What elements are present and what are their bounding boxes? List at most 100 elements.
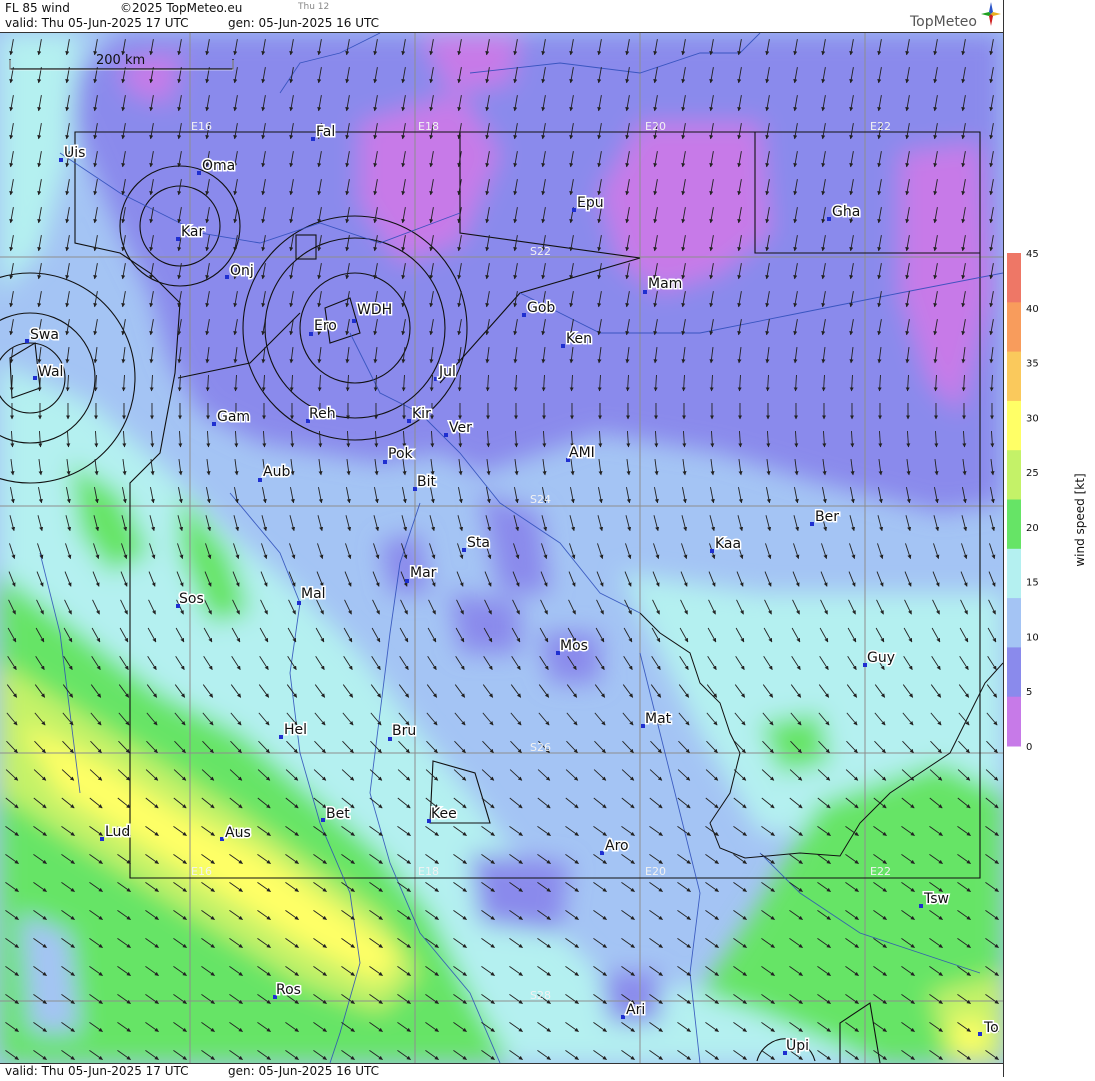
svg-text:Reh: Reh (309, 406, 336, 422)
city-epu: Epu (572, 195, 604, 212)
legend-tick-label: 40 (1026, 304, 1039, 315)
svg-text:Ken: Ken (566, 331, 592, 347)
svg-text:Ver: Ver (449, 420, 472, 436)
svg-text:Kaa: Kaa (715, 536, 741, 552)
city-mar: Mar (405, 565, 437, 583)
wind-map[interactable]: 200 km E16 E18 E20 E22 E16 E18 E20 E22 S… (0, 33, 1003, 1063)
lon-label: E22 (870, 865, 891, 878)
city-aro: Aro (600, 838, 629, 855)
svg-text:Gam: Gam (217, 409, 250, 425)
legend-tick-label: 35 (1026, 359, 1039, 370)
svg-text:Aus: Aus (225, 825, 251, 841)
legend-tick-label: 15 (1026, 578, 1039, 589)
svg-text:Mos: Mos (560, 638, 588, 654)
svg-text:Kar: Kar (181, 224, 205, 240)
scale-bar-label: 200 km (96, 53, 145, 68)
svg-text:Ber: Ber (815, 509, 839, 525)
city-ber: Ber (810, 509, 839, 526)
svg-text:Sos: Sos (179, 591, 204, 607)
svg-text:Swa: Swa (30, 327, 59, 343)
svg-text:Mam: Mam (648, 276, 682, 292)
legend-colorbar: 45 40 35 30 25 20 15 10 5 0 wind speed [kt] (1004, 0, 1095, 1077)
legend-tick-label: 10 (1026, 632, 1039, 643)
legend-color-step (1007, 253, 1021, 303)
legend-color-step (1007, 598, 1021, 648)
legend-tick-label: 30 (1026, 413, 1039, 424)
map-header: FL 85 wind ©2025 TopMeteo.eu Thu 12 vali… (0, 0, 1003, 33)
city-gha: Gha (827, 204, 860, 221)
city-ken: Ken (561, 331, 592, 348)
lon-label: E18 (418, 865, 439, 878)
legend-tick-label: 45 (1026, 249, 1039, 260)
lon-label: E16 (191, 120, 212, 133)
lon-label: E20 (645, 865, 666, 878)
svg-text:Pok: Pok (388, 446, 414, 462)
legend-tick-label: 20 (1026, 523, 1039, 534)
legend-color-step (1007, 500, 1021, 550)
svg-text:Gha: Gha (832, 204, 860, 220)
city-sos: Sos (176, 591, 204, 608)
legend-color-step (1007, 647, 1021, 697)
svg-text:To: To (983, 1020, 999, 1036)
svg-text:Hel: Hel (284, 722, 307, 738)
city-sta: Sta (462, 535, 490, 552)
lat-label: S26 (530, 741, 551, 754)
svg-text:Sta: Sta (467, 535, 490, 551)
legend-color-step (1007, 302, 1021, 352)
svg-text:Ari: Ari (626, 1002, 645, 1018)
svg-text:Bit: Bit (417, 474, 436, 490)
svg-text:Uis: Uis (64, 145, 85, 161)
city-gob: Gob (522, 300, 555, 317)
copyright: ©2025 TopMeteo.eu (120, 1, 242, 15)
svg-text:Upi: Upi (786, 1038, 809, 1054)
day-hint: Thu 12 (298, 2, 329, 12)
svg-text:Tsw: Tsw (923, 891, 949, 907)
svg-text:Fal: Fal (316, 124, 335, 140)
legend-tick-label: 0 (1026, 742, 1032, 753)
city-lud: Lud (100, 824, 130, 841)
footer-generated-time: gen: 05-Jun-2025 16 UTC (228, 1064, 379, 1078)
svg-text:Bet: Bet (326, 806, 350, 822)
city-pok: Pok (383, 446, 414, 464)
lon-label: E18 (418, 120, 439, 133)
svg-text:Aub: Aub (263, 464, 290, 480)
svg-text:Jul: Jul (438, 364, 456, 380)
legend-color-step (1007, 697, 1021, 747)
legend-title: wind speed [kt] (1073, 473, 1087, 566)
city-ros: Ros (273, 982, 301, 999)
city-tsw: Tsw (919, 891, 949, 908)
city-upi: Upi (783, 1038, 809, 1055)
city-ver: Ver (444, 420, 472, 437)
legend-tick-label: 5 (1026, 687, 1032, 698)
city-gam: Gam (212, 409, 250, 426)
svg-text:Oma: Oma (202, 158, 235, 174)
lat-label: S22 (530, 245, 551, 258)
svg-text:Kee: Kee (431, 806, 457, 822)
legend-color-step (1007, 450, 1021, 500)
map-footer: valid: Thu 05-Jun-2025 17 UTC gen: 05-Ju… (0, 1063, 1003, 1078)
svg-text:Kir: Kir (412, 406, 431, 422)
lon-label: E20 (645, 120, 666, 133)
legend-tick-label: 25 (1026, 468, 1039, 479)
city-ami: AMI (566, 445, 595, 462)
city-swa: Swa (25, 327, 59, 343)
svg-text:Gob: Gob (527, 300, 555, 316)
svg-text:Bru: Bru (392, 723, 416, 739)
city-kaa: Kaa (710, 536, 741, 553)
svg-text:Onj: Onj (230, 263, 254, 279)
svg-text:Mat: Mat (645, 711, 672, 727)
svg-text:Wal: Wal (38, 364, 63, 380)
city-aub: Aub (258, 464, 290, 482)
city-oma: Oma (197, 158, 235, 175)
legend-color-step (1007, 549, 1021, 599)
city-kee: Kee (427, 806, 457, 823)
svg-text:Ros: Ros (276, 982, 301, 998)
topmeteo-logo: TopMeteo (910, 14, 977, 30)
city-guy: Guy (863, 650, 895, 667)
svg-text:Mar: Mar (410, 565, 437, 581)
city-reh: Reh (306, 406, 336, 423)
city-mat: Mat (641, 711, 672, 728)
svg-text:Aro: Aro (605, 838, 629, 854)
city-aus: Aus (220, 825, 251, 841)
lon-label: E16 (191, 865, 212, 878)
